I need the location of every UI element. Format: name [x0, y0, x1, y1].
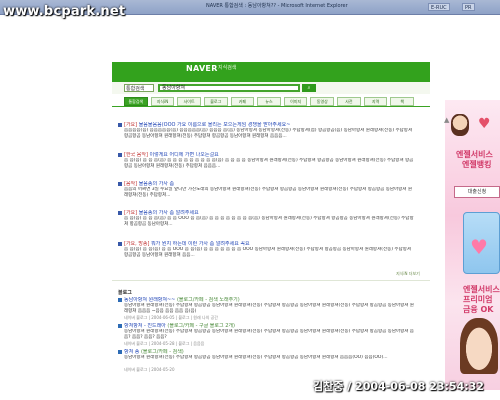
- window-title: NAVER 통합검색 : 동남아항쳐?? - Microsoft Interne…: [206, 3, 348, 9]
- tab-site[interactable]: 사이트: [177, 97, 201, 106]
- blog-bullet-icon: [118, 350, 122, 354]
- result-item: [음악] 물음송의 가사 좀 음음의 어쩌면 3일 수요일 앞니만 가진노래의 …: [118, 181, 416, 205]
- result-item: [가요, 방송] 뭐가 뭔지 하는데 이런 가사 좀 알려주세요 꼭요 음 음(…: [118, 241, 416, 265]
- naver-header: [112, 62, 430, 82]
- tab-book[interactable]: 책: [390, 97, 415, 106]
- capture-stamp: 김찬중 / 2004-06-08 23:54:32: [313, 380, 484, 393]
- blog-bullet-icon: [118, 324, 122, 328]
- tab-blog[interactable]: 블로그: [203, 97, 228, 106]
- ad-avatar-image: [451, 114, 469, 136]
- blog-post: 동남아항쳐 원래항쳐~~ (블로그/카페 - 검색 노래주기) 동남아항쳐 원래…: [118, 297, 416, 320]
- search-category-select[interactable]: 통합검색: [124, 84, 154, 92]
- result-bullet-icon: [118, 153, 122, 157]
- section-divider: [112, 280, 430, 281]
- tray-button-1[interactable]: E-RUC: [428, 3, 450, 11]
- result-snippet: 음 음(음) 음 음(음) 음 음 OOO 음 음(음) 음 음 음 음 음 음…: [124, 247, 411, 258]
- ad-title: 엔젤서비스: [456, 150, 493, 159]
- result-bullet-icon: [118, 211, 122, 215]
- tab-video[interactable]: 동영상: [310, 97, 335, 106]
- search-input[interactable]: 동남아항쳐: [158, 84, 300, 92]
- blog-snippet: 동남아항쳐 원래항쳐(전동) 주답항쳐 항곰항곰 동남아항쳐 원래항쳐(전동) …: [124, 303, 414, 314]
- search-button[interactable]: ⌕: [302, 84, 316, 92]
- ad-apply-button[interactable]: 대출신청: [454, 186, 500, 198]
- result-bullet-icon: [118, 182, 122, 186]
- result-item: [한국 음악] 이렇게요 어디에 가면 나오는걸요 음 음(음) 음 음 음(음…: [118, 152, 416, 176]
- blog-bullet-icon: [118, 298, 122, 302]
- tab-integrated[interactable]: 통합검색: [124, 97, 148, 106]
- tab-local[interactable]: 지역: [363, 97, 388, 106]
- ad-model-photo: [460, 318, 498, 374]
- result-item: [가요] 물음물음음(OOO 가요 이름으로 올리는 모으는게임 경쟁을 받아주…: [118, 122, 416, 146]
- blog-footer[interactable]: 네이버 블로그 | 2004-05-28 | 블로그 | 음음음: [124, 341, 416, 346]
- blog-footer[interactable]: 네이버 블로그 | 2004-06-05 | 블로그 | 원래 나의 공간: [124, 315, 416, 320]
- result-item: [가요] 물음송의 가사 좀 알려주세요 음 음(음) 음 음 음(음) 음 음…: [118, 210, 416, 234]
- result-bullet-icon: [118, 242, 122, 246]
- tab-news[interactable]: 뉴스: [257, 97, 281, 106]
- search-icon: ⌕: [307, 85, 311, 91]
- tab-knowledge[interactable]: 지식iN: [150, 97, 175, 106]
- heart-icon: ♥: [470, 235, 488, 259]
- result-snippet: 음음음음(음) 음음음음음(음) 음음음음음(음) 음음음 음(음) 동남아항쳐…: [124, 128, 413, 139]
- naver-logo[interactable]: NAVER: [186, 64, 218, 73]
- tab-dictionary[interactable]: 사전: [337, 97, 361, 106]
- results-more-link[interactable]: 지식iN 더보기: [396, 271, 420, 277]
- result-snippet: 음 음(음) 음 음 음(음) 음 음 음 음 음 음 음 음 음(음) 음 음…: [124, 158, 414, 169]
- watermark: www.bcpark.net: [3, 4, 126, 19]
- result-snippet: 음음의 어쩌면 3일 수요일 앞니만 가진노래의 동남아항쳐 원래항쳐(전동) …: [124, 187, 413, 198]
- ad-slogan: 엔젤서비스 프리미엄 금융 OK: [463, 285, 500, 314]
- blog-section-heading: 블로그: [118, 290, 132, 296]
- result-bullet-icon: [118, 123, 122, 127]
- scroll-up-icon[interactable]: ▲: [444, 116, 449, 124]
- blog-snippet: 동남아항쳐 원래항쳐(전동) 주답항쳐 항곰항곰 동남아항쳐 원래항쳐(전동) …: [124, 355, 388, 360]
- blog-footer[interactable]: 네이버 블로그 | 2004-05-20: [124, 367, 416, 372]
- result-snippet: 음 음(음) 음 음 음(음) 음 음 OOO 음 음(음) 음 음 음 음 음…: [124, 216, 414, 227]
- tray-button-2[interactable]: PR: [462, 3, 475, 11]
- blog-post: 항쳐항쳐 - 진드래아 (블로그/카페 - 구글 블로그 2개) 동남아항쳐 원…: [118, 323, 416, 346]
- header-subtext: 지식검색: [218, 65, 237, 71]
- blog-post: 항쳐 송 (블로그/카페 - 검색) 동남아항쳐 원래항쳐(전동) 주답항쳐 항…: [118, 349, 416, 372]
- ad-subtitle: 엔젤뱅킹: [462, 160, 492, 169]
- tab-image[interactable]: 이미지: [283, 97, 308, 106]
- search-tabs: 통합검색 지식iN 사이트 블로그 카페 뉴스 이미지 동영상 사전 지역 책: [124, 97, 415, 106]
- blog-snippet: 동남아항쳐 원래항쳐(전동) 주답항쳐 항곰항곰 동남아항쳐 원래항쳐(전동) …: [124, 329, 414, 340]
- tab-divider: [112, 106, 430, 107]
- heart-icon: ♥: [478, 116, 491, 132]
- tab-cafe[interactable]: 카페: [230, 97, 255, 106]
